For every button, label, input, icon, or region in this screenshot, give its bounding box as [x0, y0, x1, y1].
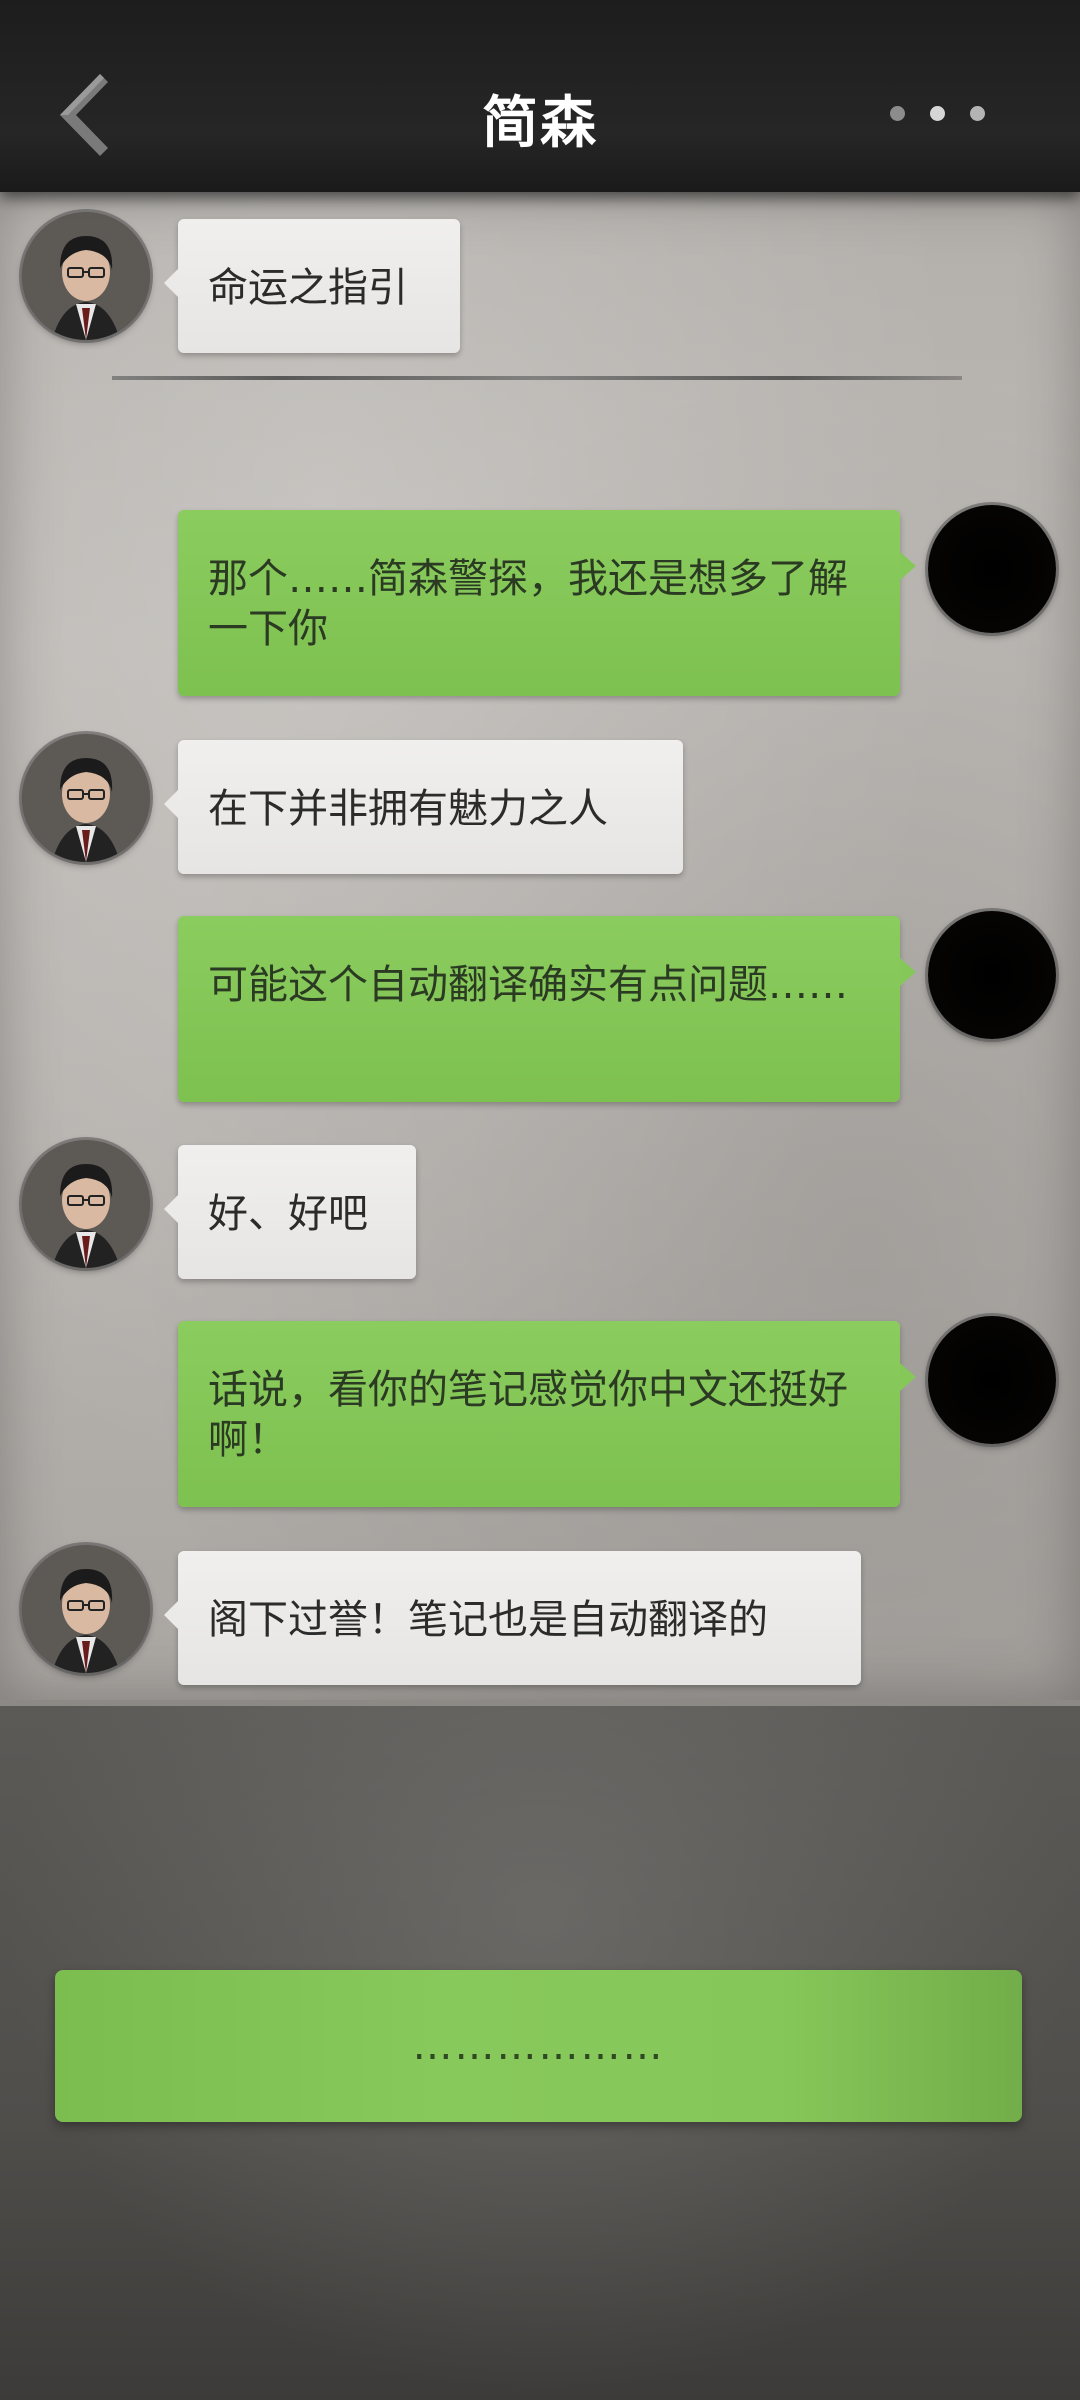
message-text: 好、好吧 — [208, 1191, 368, 1237]
message-text: 在下并非拥有魅力之人 — [208, 786, 608, 832]
reply-choice-label: ……………… — [412, 2023, 665, 2069]
more-button[interactable] — [890, 102, 990, 126]
avatar[interactable] — [22, 1140, 150, 1268]
section-divider — [112, 376, 962, 380]
reply-choice-button[interactable]: ……………… — [55, 1970, 1022, 2122]
chat-screen: 简森 命运之指引 那个……简森警探，我还是想多了解一下你 在下并非拥有魅力之人 … — [0, 0, 1080, 2400]
header-bar: 简森 — [0, 0, 1080, 192]
avatar[interactable] — [22, 212, 150, 340]
message-bubble-incoming[interactable]: 在下并非拥有魅力之人 — [164, 740, 683, 874]
message-bubble-incoming[interactable]: 阁下过誉！笔记也是自动翻译的 — [164, 1551, 861, 1685]
message-bubble-incoming[interactable]: 命运之指引 — [164, 219, 460, 353]
message-text: 话说，看你的笔记感觉你中文还挺好啊！ — [208, 1367, 848, 1463]
more-dots-icon — [970, 106, 985, 121]
message-text: 那个……简森警探，我还是想多了解一下你 — [208, 556, 848, 652]
avatar[interactable] — [928, 911, 1056, 1039]
message-bubble-outgoing[interactable]: 可能这个自动翻译确实有点问题…… — [178, 916, 916, 1102]
message-text: 可能这个自动翻译确实有点问题…… — [208, 962, 848, 1008]
avatar[interactable] — [22, 1545, 150, 1673]
message-bubble-incoming[interactable]: 好、好吧 — [164, 1145, 416, 1279]
message-text: 命运之指引 — [208, 265, 408, 311]
jensen-portrait-icon — [22, 1140, 150, 1268]
avatar[interactable] — [928, 505, 1056, 633]
message-text: 阁下过誉！笔记也是自动翻译的 — [208, 1597, 768, 1643]
jensen-portrait-icon — [22, 734, 150, 862]
message-bubble-outgoing[interactable]: 话说，看你的笔记感觉你中文还挺好啊！ — [178, 1321, 916, 1507]
jensen-portrait-icon — [22, 212, 150, 340]
message-bubble-outgoing[interactable]: 那个……简森警探，我还是想多了解一下你 — [178, 510, 916, 696]
avatar[interactable] — [928, 1316, 1056, 1444]
more-dots-icon — [890, 106, 905, 121]
more-dots-icon — [930, 106, 945, 121]
jensen-portrait-icon — [22, 1545, 150, 1673]
avatar[interactable] — [22, 734, 150, 862]
